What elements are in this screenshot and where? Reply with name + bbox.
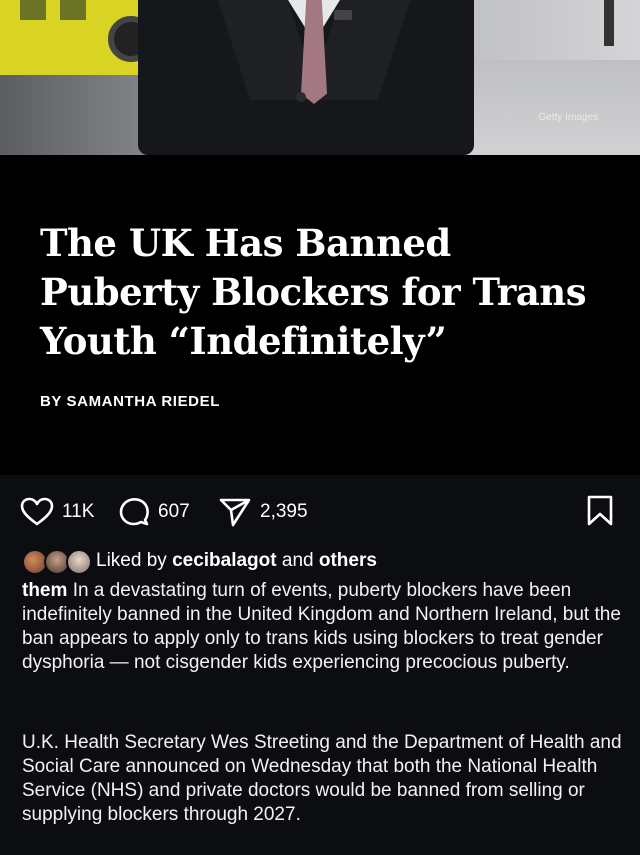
avatar bbox=[66, 549, 92, 575]
lapel-mic bbox=[334, 10, 352, 20]
share-count: 2,395 bbox=[260, 501, 308, 522]
liker-avatars bbox=[22, 548, 92, 575]
article-headline: The UK Has Banned Puberty Blockers for T… bbox=[40, 221, 587, 363]
comment-button[interactable]: 607 bbox=[118, 497, 190, 527]
liked-by-row[interactable]: Liked by cecibalagot and others bbox=[22, 548, 377, 575]
save-button[interactable] bbox=[586, 495, 614, 532]
share-button[interactable]: 2,395 bbox=[218, 497, 308, 527]
liked-by-and: and bbox=[281, 550, 314, 571]
bus-window bbox=[60, 0, 86, 20]
post-caption: them In a devastating turn of events, pu… bbox=[22, 579, 622, 675]
liked-by-username[interactable]: cecibalagot bbox=[172, 550, 277, 571]
liked-by-others[interactable]: others bbox=[319, 550, 377, 571]
like-button[interactable]: 11K bbox=[20, 497, 94, 527]
person-suit bbox=[138, 0, 474, 155]
liked-by-prefix: Liked by bbox=[96, 550, 167, 571]
article-byline: BY SAMANTHA RIEDEL bbox=[40, 393, 220, 410]
caption-paragraph-2: U.K. Health Secretary Wes Streeting and … bbox=[22, 732, 622, 825]
comment-count: 607 bbox=[158, 501, 190, 522]
like-count: 11K bbox=[62, 501, 95, 522]
share-icon bbox=[219, 498, 251, 527]
background-pole bbox=[604, 0, 614, 46]
heart-icon bbox=[20, 497, 54, 526]
coat-button bbox=[296, 92, 306, 102]
caption-text: In a devastating turn of events, puberty… bbox=[22, 580, 621, 673]
background-bus bbox=[0, 0, 160, 75]
headline-card: The UK Has Banned Puberty Blockers for T… bbox=[0, 155, 640, 475]
post-image[interactable]: Getty Images bbox=[0, 0, 640, 155]
bus-window bbox=[20, 0, 46, 20]
bookmark-icon bbox=[587, 495, 613, 526]
caption-username[interactable]: them bbox=[22, 580, 67, 601]
photo-credit: Getty Images bbox=[538, 112, 598, 123]
liked-by-text: Liked by cecibalagot and others bbox=[96, 550, 377, 572]
comment-icon bbox=[119, 498, 149, 526]
post-actions: 11K 607 2,395 bbox=[0, 475, 640, 555]
